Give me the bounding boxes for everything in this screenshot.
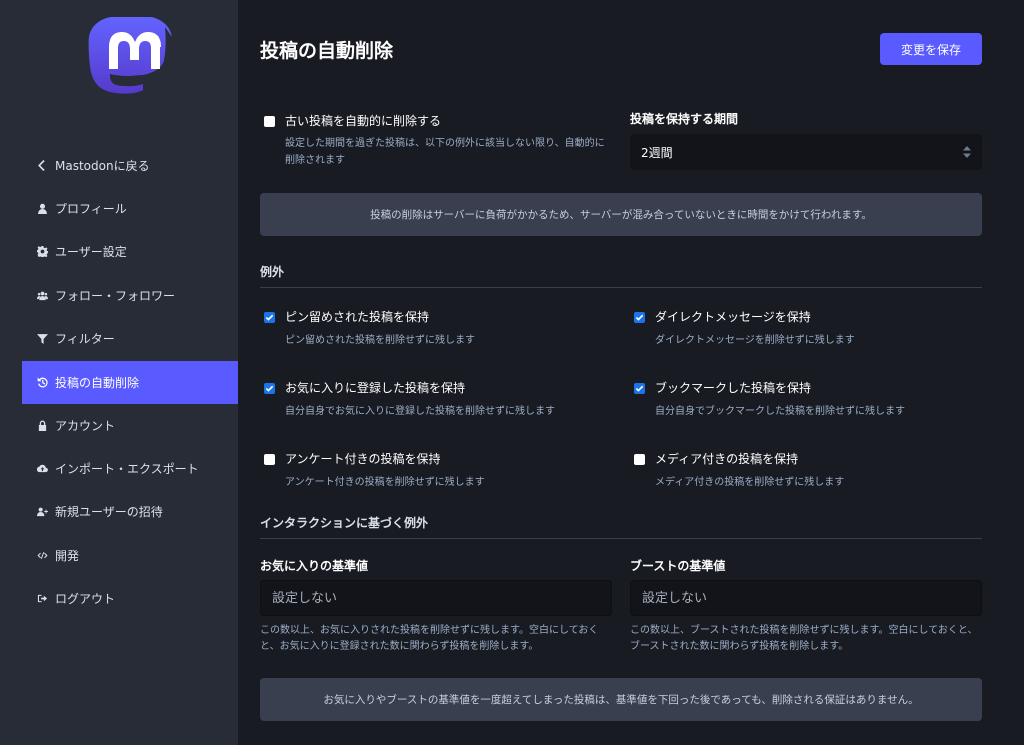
sidebar-item-label: フォロー・フォロワー bbox=[55, 289, 176, 303]
exception-keep-media: メディア付きの投稿を保持 メディア付きの投稿を削除せずに残します bbox=[634, 451, 844, 491]
sidebar-item-label: アカウント bbox=[55, 419, 116, 433]
select-arrows-icon bbox=[963, 146, 971, 158]
checkmark-icon bbox=[635, 314, 644, 321]
save-button[interactable]: 変更を保存 bbox=[880, 33, 982, 65]
gear-icon bbox=[36, 246, 48, 258]
exception-label: ダイレクトメッセージを保持 bbox=[655, 310, 811, 324]
fav-threshold-hint: この数以上、お気に入りされた投稿を削除せずに残します。空白にしておくと、お気に入… bbox=[260, 625, 599, 652]
divider bbox=[260, 287, 982, 288]
sidebar-item-back[interactable]: Mastodonに戻る bbox=[22, 144, 238, 187]
auto-delete-hint: 設定した期間を過ぎた投稿は、以下の例外に該当しない限り、自動的に削除されます bbox=[285, 138, 605, 166]
keep-pinned-checkbox[interactable] bbox=[264, 312, 275, 323]
sidebar-item-follows[interactable]: フォロー・フォロワー bbox=[22, 274, 238, 317]
period-select-value: 2週間 bbox=[641, 145, 673, 160]
sidebar-item-account[interactable]: アカウント bbox=[22, 404, 238, 447]
main-content: 投稿の自動削除 変更を保存 古い投稿を自動的に削除する 設定した期間を過ぎた投稿… bbox=[238, 0, 1024, 745]
exception-hint: アンケート付きの投稿を削除せずに残します bbox=[285, 477, 485, 488]
exception-keep-direct: ダイレクトメッセージを保持 ダイレクトメッセージを削除せずに残します bbox=[634, 309, 855, 349]
sidebar-item-import-export[interactable]: インポート・エクスポート bbox=[22, 447, 238, 490]
exception-label: アンケート付きの投稿を保持 bbox=[285, 452, 441, 466]
exception-keep-polls: アンケート付きの投稿を保持 アンケート付きの投稿を削除せずに残します bbox=[264, 451, 485, 491]
exception-hint: 自分自身でブックマークした投稿を削除せずに残します bbox=[655, 406, 905, 417]
users-icon bbox=[36, 290, 48, 302]
lock-icon bbox=[36, 420, 48, 432]
exception-hint: ダイレクトメッセージを削除せずに残します bbox=[655, 335, 855, 346]
sidebar-item-label: Mastodonに戻る bbox=[55, 159, 150, 173]
sign-out-icon bbox=[36, 593, 48, 605]
keep-polls-checkbox[interactable] bbox=[264, 454, 275, 465]
mastodon-logo[interactable] bbox=[88, 17, 174, 109]
code-icon bbox=[36, 550, 48, 562]
sidebar-item-profile[interactable]: プロフィール bbox=[22, 187, 238, 230]
sidebar-item-label: インポート・エクスポート bbox=[55, 462, 199, 476]
boost-threshold-hint: この数以上、ブーストされた投稿を削除せずに残します。空白にしておくと、ブーストさ… bbox=[630, 625, 978, 652]
fav-threshold-label: お気に入りの基準値 bbox=[260, 559, 369, 573]
keep-self-fav-checkbox[interactable] bbox=[264, 383, 275, 394]
sidebar-item-label: 新規ユーザーの招待 bbox=[55, 505, 163, 519]
sidebar-item-preferences[interactable]: ユーザー設定 bbox=[22, 230, 238, 273]
checkmark-icon bbox=[635, 385, 644, 392]
filter-icon bbox=[36, 333, 48, 345]
checkmark-icon bbox=[265, 385, 274, 392]
sidebar-item-invites[interactable]: 新規ユーザーの招待 bbox=[22, 490, 238, 533]
exception-label: メディア付きの投稿を保持 bbox=[655, 452, 799, 466]
auto-delete-checkbox[interactable] bbox=[264, 116, 275, 127]
user-icon bbox=[36, 203, 48, 215]
sidebar-item-label: フィルター bbox=[55, 332, 115, 346]
period-select[interactable]: 2週間 bbox=[630, 134, 982, 170]
fav-threshold-input[interactable] bbox=[260, 580, 612, 616]
sidebar-item-label: 開発 bbox=[55, 549, 80, 563]
sidebar-item-label: プロフィール bbox=[55, 202, 127, 216]
checkmark-icon bbox=[265, 314, 274, 321]
sidebar: Mastodonに戻る プロフィール ユーザー設定 フォロー・フォロワー フィル… bbox=[0, 0, 238, 745]
sidebar-item-label: 投稿の自動削除 bbox=[55, 376, 140, 390]
user-plus-icon bbox=[36, 506, 48, 518]
interaction-heading: インタラクションに基づく例外 bbox=[260, 516, 429, 530]
exception-hint: ピン留めされた投稿を削除せずに残します bbox=[285, 335, 475, 346]
history-icon bbox=[36, 377, 48, 389]
load-notice: 投稿の削除はサーバーに負荷がかかるため、サーバーが混み合っていないときに時間をか… bbox=[260, 193, 982, 236]
auto-delete-option: 古い投稿を自動的に削除する 設定した期間を過ぎた投稿は、以下の例外に該当しない限… bbox=[264, 113, 614, 169]
exception-hint: 自分自身でお気に入りに登録した投稿を削除せずに残します bbox=[285, 406, 555, 417]
keep-self-bookmark-checkbox[interactable] bbox=[634, 383, 645, 394]
cloud-icon bbox=[36, 463, 48, 475]
exception-label: ブックマークした投稿を保持 bbox=[655, 381, 812, 395]
sidebar-item-label: ログアウト bbox=[55, 592, 116, 606]
sidebar-item-development[interactable]: 開発 bbox=[22, 534, 238, 577]
exception-keep-self-fav: お気に入りに登録した投稿を保持 自分自身でお気に入りに登録した投稿を削除せずに残… bbox=[264, 380, 555, 420]
boost-threshold-input[interactable] bbox=[630, 580, 982, 616]
keep-media-checkbox[interactable] bbox=[634, 454, 645, 465]
exception-keep-self-bookmark: ブックマークした投稿を保持 自分自身でブックマークした投稿を削除せずに残します bbox=[634, 380, 905, 420]
page-title: 投稿の自動削除 bbox=[260, 40, 394, 62]
exception-label: お気に入りに登録した投稿を保持 bbox=[285, 381, 466, 395]
threshold-notice: お気に入りやブーストの基準値を一度超えてしまった投稿は、基準値を下回った後であっ… bbox=[260, 678, 982, 721]
sidebar-item-statuses-cleanup[interactable]: 投稿の自動削除 bbox=[22, 361, 238, 404]
auto-delete-label: 古い投稿を自動的に削除する bbox=[285, 114, 442, 128]
exception-keep-pinned: ピン留めされた投稿を保持 ピン留めされた投稿を削除せずに残します bbox=[264, 309, 475, 349]
boost-threshold-label: ブーストの基準値 bbox=[630, 559, 726, 573]
sidebar-item-label: ユーザー設定 bbox=[55, 245, 127, 259]
sidebar-item-logout[interactable]: ログアウト bbox=[22, 577, 238, 620]
exceptions-heading: 例外 bbox=[260, 265, 285, 279]
exception-hint: メディア付きの投稿を削除せずに残します bbox=[655, 477, 845, 488]
exception-label: ピン留めされた投稿を保持 bbox=[285, 310, 430, 324]
chevron-left-icon bbox=[36, 160, 48, 172]
period-label: 投稿を保持する期間 bbox=[630, 112, 739, 126]
divider bbox=[260, 538, 982, 539]
sidebar-item-filters[interactable]: フィルター bbox=[22, 317, 238, 360]
keep-direct-checkbox[interactable] bbox=[634, 312, 645, 323]
